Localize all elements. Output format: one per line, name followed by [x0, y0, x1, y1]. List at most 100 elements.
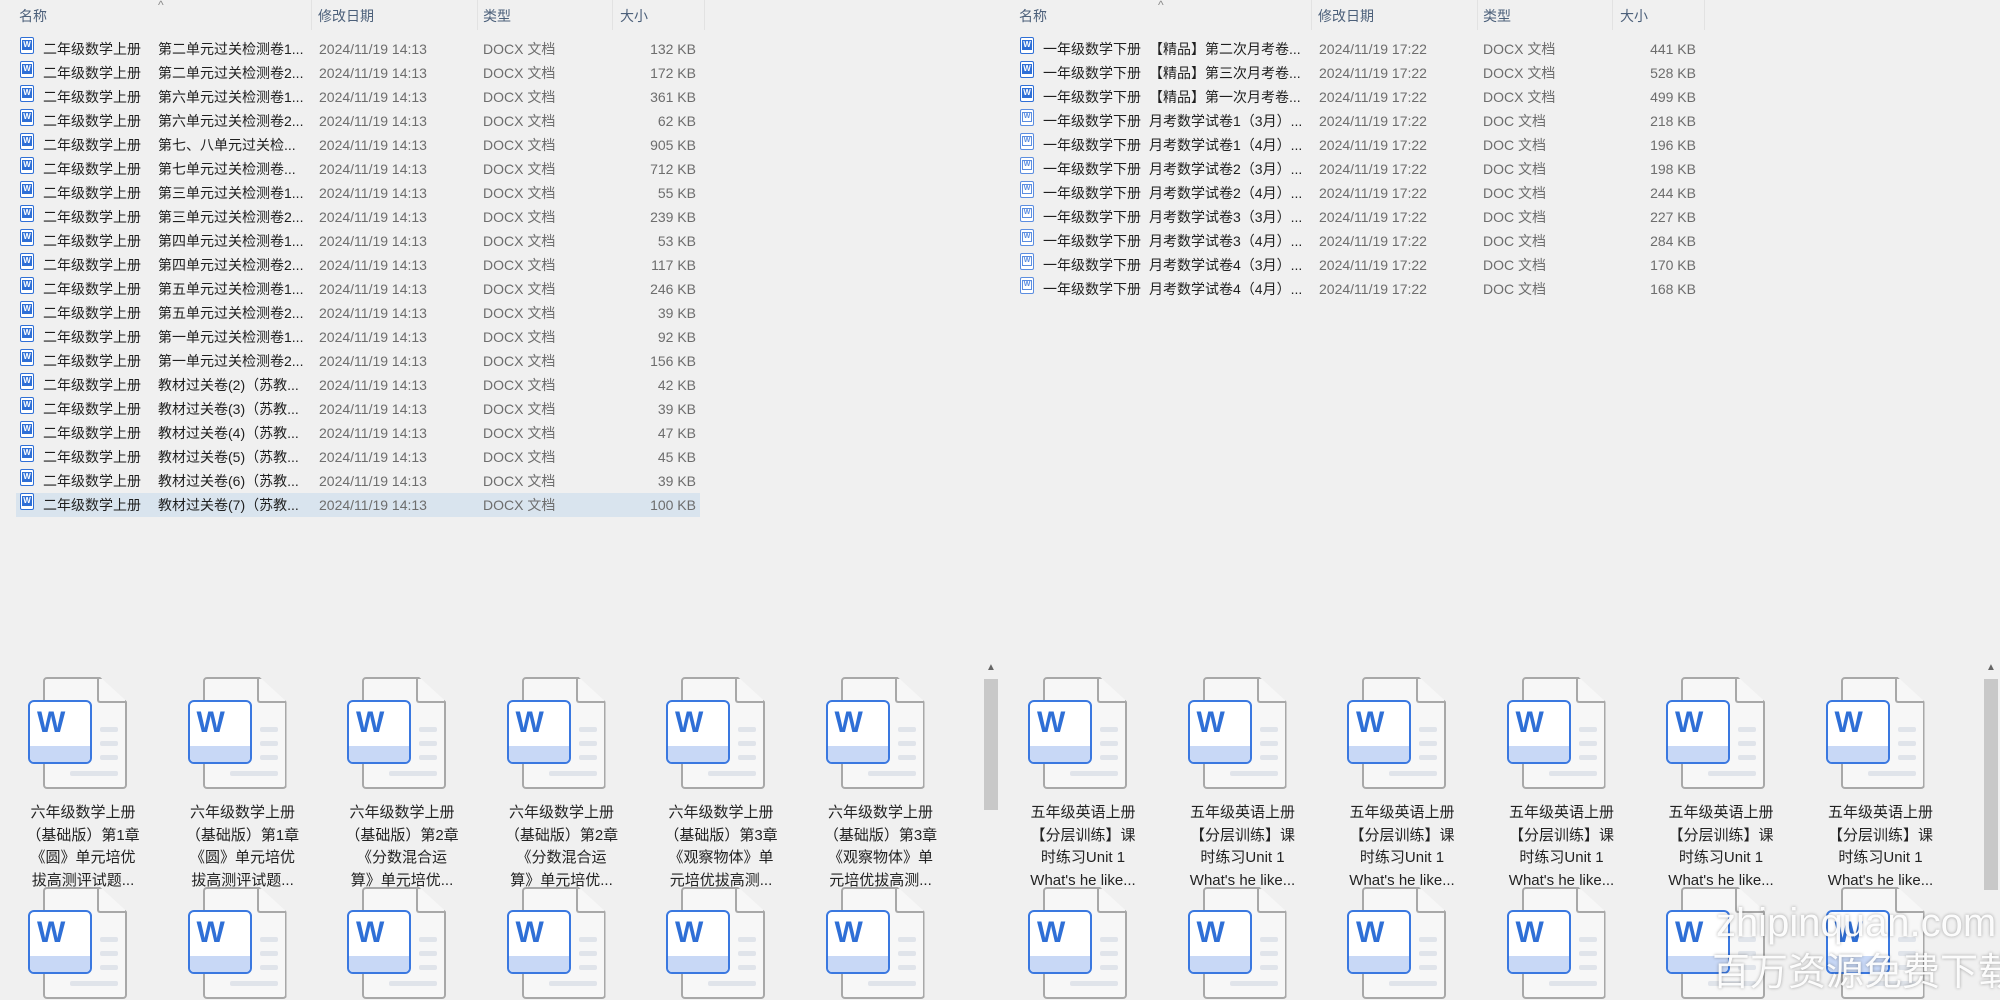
file-row[interactable]: 二年级数学上册 教材过关卷(2)（苏教... 2024/11/19 14:13 DOC… [16, 373, 700, 397]
file-row[interactable]: 二年级数学上册 第七、八单元过关检... 2024/11/19 14:13 DOCX … [16, 133, 700, 157]
column-divider[interactable] [477, 0, 478, 30]
column-header-date[interactable]: 修改日期 [1318, 6, 1374, 26]
file-row[interactable]: 一年级数学下册月考数学试卷4（4月）... 2024/11/19 17:22 DOC… [1016, 277, 1700, 301]
column-header-date[interactable]: 修改日期 [318, 6, 374, 26]
file-tile[interactable]: W [168, 887, 318, 999]
file-row[interactable]: 二年级数学上册 教材过关卷(7)（苏教... 2024/11/19 14:13 DOC… [16, 493, 700, 517]
file-row[interactable]: 二年级数学上册 第二单元过关检测卷1... 2024/11/19 14:13 DOCX… [16, 37, 700, 61]
column-header-size[interactable]: 大小 [620, 6, 648, 26]
file-row[interactable]: 二年级数学上册 第三单元过关检测卷1... 2024/11/19 14:13 DOCX… [16, 181, 700, 205]
column-header-name[interactable]: 名称 [1019, 6, 1047, 26]
file-tile[interactable]: W [646, 887, 796, 999]
file-tile[interactable]: W 五年级英语上册 【分层训练】课 时练习Unit 1 What's he like..… [1487, 677, 1637, 895]
column-divider[interactable] [704, 0, 705, 30]
file-row[interactable]: 一年级数学下册月考数学试卷4（3月）... 2024/11/19 17:22 DOC… [1016, 253, 1700, 277]
column-header-type[interactable]: 类型 [1483, 6, 1511, 26]
vertical-scrollbar[interactable]: ▲ [982, 659, 1000, 1000]
file-name-prefix: 一年级数学下册 [1043, 161, 1141, 177]
scroll-up-arrow-icon[interactable]: ▲ [982, 659, 1000, 677]
file-row[interactable]: 二年级数学上册 第六单元过关检测卷1... 2024/11/19 14:13 DOCX… [16, 85, 700, 109]
file-row[interactable]: 二年级数学上册 第四单元过关检测卷1... 2024/11/19 14:13 DOCX… [16, 229, 700, 253]
word-w-icon: W [1028, 700, 1092, 764]
file-row[interactable]: 一年级数学下册【精品】第二次月考卷... 2024/11/19 17:22 DOCX… [1016, 37, 1700, 61]
file-row[interactable]: 一年级数学下册月考数学试卷1（4月）... 2024/11/19 17:22 DOC… [1016, 133, 1700, 157]
file-name-prefix: 一年级数学下册 [1043, 281, 1141, 297]
column-divider[interactable] [612, 0, 613, 30]
file-row[interactable]: 二年级数学上册 第四单元过关检测卷2... 2024/11/19 14:13 DOCX… [16, 253, 700, 277]
file-type: DOCX 文档 [483, 257, 556, 273]
label-line: （基础版）第2章 [345, 826, 459, 844]
column-header-type[interactable]: 类型 [483, 6, 511, 26]
column-divider[interactable] [1477, 0, 1478, 30]
file-tile[interactable]: W [327, 887, 477, 999]
file-tile[interactable]: W 六年级数学上册 （基础版）第3章 《观察物体》单 元培优拔高测... [806, 677, 956, 895]
file-tile[interactable]: W 六年级数学上册 （基础版）第1章 《圆》单元培优 拔高测评试题... [8, 677, 158, 895]
w-letter: W [675, 916, 704, 949]
file-tile[interactable]: W 六年级数学上册 （基础版）第2章 《分数混合运 算》单元培优... [327, 677, 477, 895]
file-tile[interactable]: W [1327, 887, 1477, 999]
line-mark [100, 727, 118, 732]
file-name-title: 第七单元过关检测卷... [158, 161, 296, 177]
scrollbar-thumb[interactable] [984, 679, 998, 810]
file-tile[interactable]: W 五年级英语上册 【分层训练】课 时练习Unit 1 What's he like..… [1806, 677, 1956, 895]
file-row[interactable]: 一年级数学下册月考数学试卷2（4月）... 2024/11/19 17:22 DOC… [1016, 181, 1700, 205]
file-name-prefix: 二年级数学上册 [43, 497, 141, 513]
file-tile[interactable]: W 六年级数学上册 （基础版）第1章 《圆》单元培优 拔高测评试题... [168, 677, 318, 895]
file-size: 227 KB [1650, 209, 1696, 225]
file-type: DOCX 文档 [483, 209, 556, 225]
scrollbar-thumb[interactable] [1984, 679, 1998, 890]
column-divider[interactable] [1704, 0, 1705, 30]
file-modified-date: 2024/11/19 14:13 [319, 41, 427, 57]
file-row[interactable]: 二年级数学上册 第五单元过关检测卷1... 2024/11/19 14:13 DOCX… [16, 277, 700, 301]
file-tile[interactable]: W [8, 887, 158, 999]
file-row[interactable]: 二年级数学上册 教材过关卷(5)（苏教... 2024/11/19 14:13 DOC… [16, 445, 700, 469]
word-document-icon [20, 445, 34, 462]
file-row[interactable]: 二年级数学上册 教材过关卷(4)（苏教... 2024/11/19 14:13 DOC… [16, 421, 700, 445]
column-divider[interactable] [1612, 0, 1613, 30]
vertical-scrollbar[interactable]: ▲ [1982, 659, 2000, 1000]
line-mark [419, 951, 437, 956]
file-tile[interactable]: W [1487, 887, 1637, 999]
file-tile[interactable]: W [1008, 887, 1158, 999]
file-tile[interactable]: W 五年级英语上册 【分层训练】课 时练习Unit 1 What's he like..… [1646, 677, 1796, 895]
column-header-size[interactable]: 大小 [1620, 6, 1648, 26]
file-type: DOC 文档 [1483, 161, 1546, 177]
column-divider[interactable] [1311, 0, 1312, 30]
w-letter: W [196, 706, 225, 739]
word-document-icon [20, 421, 34, 438]
file-row[interactable]: 二年级数学上册 第一单元过关检测卷1... 2024/11/19 14:13 DOCX… [16, 325, 700, 349]
file-tile[interactable]: W [806, 887, 956, 999]
file-row[interactable]: 二年级数学上册 第五单元过关检测卷2... 2024/11/19 14:13 DOCX… [16, 301, 700, 325]
file-tile[interactable]: W 五年级英语上册 【分层训练】课 时练习Unit 1 What's he like..… [1168, 677, 1318, 895]
word-document-icon [20, 373, 34, 390]
column-header-name[interactable]: 名称 [19, 6, 47, 26]
file-row[interactable]: 二年级数学上册 第二单元过关检测卷2... 2024/11/19 14:13 DOCX… [16, 61, 700, 85]
word-document-icon [1020, 181, 1034, 198]
file-row[interactable]: 二年级数学上册 第七单元过关检测卷... 2024/11/19 14:13 DOCX … [16, 157, 700, 181]
file-name-prefix: 二年级数学上册 [43, 161, 141, 177]
file-tile[interactable]: W 六年级数学上册 （基础版）第3章 《观察物体》单 元培优拔高测... [646, 677, 796, 895]
file-tile[interactable]: W 五年级英语上册 【分层训练】课 时练习Unit 1 What's he like..… [1327, 677, 1477, 895]
file-tile[interactable]: W 六年级数学上册 （基础版）第2章 《分数混合运 算》单元培优... [487, 677, 637, 895]
file-row[interactable]: 二年级数学上册 第一单元过关检测卷2... 2024/11/19 14:13 DOCX… [16, 349, 700, 373]
file-row[interactable]: 二年级数学上册 第六单元过关检测卷2... 2024/11/19 14:13 DOCX… [16, 109, 700, 133]
file-row[interactable]: 二年级数学上册 教材过关卷(6)（苏教... 2024/11/19 14:13 DOC… [16, 469, 700, 493]
file-modified-date: 2024/11/19 14:13 [319, 113, 427, 129]
column-divider[interactable] [311, 0, 312, 30]
file-row[interactable]: 一年级数学下册【精品】第三次月考卷... 2024/11/19 17:22 DOCX… [1016, 61, 1700, 85]
file-tile-label: 六年级数学上册 （基础版）第3章 《观察物体》单 元培优拔高测... [646, 802, 796, 892]
file-tile[interactable]: W 五年级英语上册 【分层训练】课 时练习Unit 1 What's he like..… [1008, 677, 1158, 895]
file-row[interactable]: 二年级数学上册 教材过关卷(3)（苏教... 2024/11/19 14:13 DOC… [16, 397, 700, 421]
scroll-up-arrow-icon[interactable]: ▲ [1982, 659, 2000, 677]
file-row[interactable]: 一年级数学下册月考数学试卷3（4月）... 2024/11/19 17:22 DOC… [1016, 229, 1700, 253]
file-row[interactable]: 二年级数学上册 第三单元过关检测卷2... 2024/11/19 14:13 DOCX… [16, 205, 700, 229]
word-document-icon [20, 109, 34, 126]
file-tile[interactable]: W [487, 887, 637, 999]
file-row[interactable]: 一年级数学下册月考数学试卷3（3月）... 2024/11/19 17:22 DOC… [1016, 205, 1700, 229]
file-row[interactable]: 一年级数学下册月考数学试卷2（3月）... 2024/11/19 17:22 DOC… [1016, 157, 1700, 181]
file-tile[interactable]: W [1168, 887, 1318, 999]
file-row[interactable]: 一年级数学下册【精品】第一次月考卷... 2024/11/19 17:22 DOCX… [1016, 85, 1700, 109]
file-row[interactable]: 一年级数学下册月考数学试卷1（3月）... 2024/11/19 17:22 DOC… [1016, 109, 1700, 133]
word-w-icon: W [506, 700, 571, 764]
w-letter: W [1515, 706, 1544, 739]
